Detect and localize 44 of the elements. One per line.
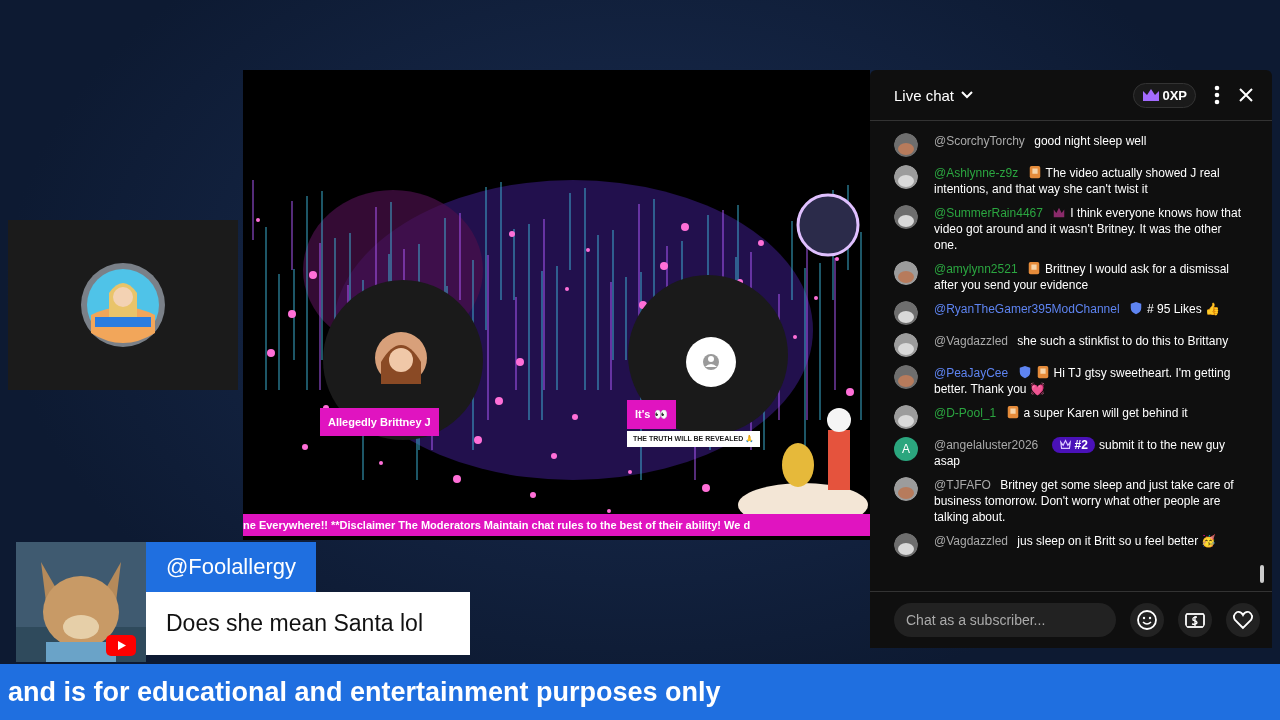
caption-text: and is for educational and entertainment purposes only xyxy=(8,676,721,708)
close-icon[interactable] xyxy=(1238,87,1254,103)
chevron-down-icon xyxy=(960,90,975,100)
author-name[interactable]: @angelaluster2026 xyxy=(934,438,1039,452)
author-name[interactable]: @Ashlynne-z9z xyxy=(934,166,1019,180)
rank-label: #2 xyxy=(1074,438,1088,452)
comment-text: Does she mean Santa lol xyxy=(146,592,470,655)
author-name[interactable]: @PeaJayCee xyxy=(934,366,1009,380)
author-name[interactable]: @D-Pool_1 xyxy=(934,406,997,420)
chat-message: @amylynn2521 Brittney I would ask for a dismissal after you send your evidence xyxy=(934,261,1230,293)
chat-message: @Ashlynne-z9z The video actually showed J real intentions, and that way she can't twist it xyxy=(934,165,1221,197)
crown-icon xyxy=(1058,439,1072,450)
author-name[interactable]: @RyanTheGamer395ModChannel xyxy=(934,302,1120,316)
chat-message: @D-Pool_1 a super Karen will get behind it xyxy=(934,405,1189,421)
dollar-icon[interactable] xyxy=(1178,603,1212,637)
chat-message: @ScorchyTorchy good night sleep well xyxy=(934,133,1148,149)
author-name[interactable]: @Vagdazzled xyxy=(934,334,1008,348)
avatar: A xyxy=(894,437,918,461)
chat-message: @Vagdazzled she such a stinkfist to do this to Brittany xyxy=(934,333,1230,349)
chat-message: @SummerRain4467 I think everyone knows how that video got around and it wasn't Britney. It was the other one. xyxy=(934,205,1242,253)
member-badge-icon xyxy=(1027,165,1042,179)
chat-input[interactable]: Chat as a subscriber... xyxy=(894,603,1116,637)
crown-icon xyxy=(1142,88,1161,102)
chat-message: @PeaJayCee Hi TJ gtsy sweetheart. I'm getting better. Thank you 💓 xyxy=(934,365,1232,397)
more-options-icon[interactable] xyxy=(1214,85,1220,105)
chat-message: @Vagdazzled jus sleep on it Britt so u feel better 🥳 xyxy=(934,533,1218,549)
shield-icon xyxy=(1128,301,1143,315)
emoji-icon[interactable] xyxy=(1130,603,1164,637)
video-play-icon xyxy=(106,635,136,656)
author-name[interactable]: @ScorchyTorchy xyxy=(934,134,1025,148)
member-badge-icon xyxy=(1005,405,1020,419)
member-badge-icon xyxy=(1035,365,1050,379)
comment-author: @Foolallergy xyxy=(146,542,316,592)
xp-badge[interactable]: 0XP xyxy=(1133,82,1196,108)
chat-mode-dropdown[interactable]: Live chat xyxy=(894,86,975,104)
author-name[interactable]: @Vagdazzled xyxy=(934,534,1008,548)
chat-message: @angelaluster2026 #2 submit it to the new guy asap xyxy=(934,437,1227,469)
author-name[interactable]: @TJFAFO xyxy=(934,478,991,492)
chat-message: @RyanTheGamer395ModChannel # 95 Likes 👍 xyxy=(934,301,1221,317)
author-name[interactable]: @amylynn2521 xyxy=(934,262,1018,276)
shield-icon xyxy=(1017,365,1032,379)
member-badge-icon xyxy=(1026,261,1041,275)
chat-message: @TJFAFO Britney get some sleep and just take care of business tomorrow. Don't worry what other people are talking about. xyxy=(934,477,1235,525)
author-name[interactable]: @SummerRain4467 xyxy=(934,206,1043,220)
